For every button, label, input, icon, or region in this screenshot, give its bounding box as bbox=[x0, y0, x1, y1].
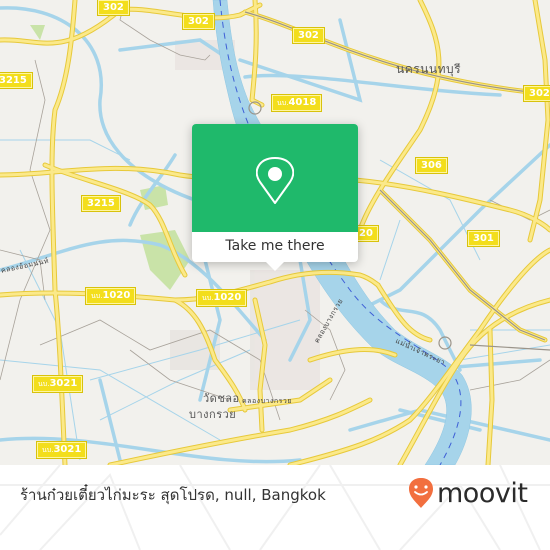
route-shield: นบ.4018 bbox=[270, 94, 323, 112]
moovit-wordmark: moovit bbox=[437, 477, 528, 509]
popup-header[interactable] bbox=[192, 124, 358, 232]
place-name: ร้านก๋วยเตี๋ยวไก่มะระ สุดโปรด, null, Ban… bbox=[20, 486, 326, 504]
route-shield: 302 bbox=[523, 85, 550, 102]
route-shield: นบ.1020 bbox=[84, 287, 137, 305]
map-pin-icon bbox=[256, 157, 294, 204]
location-popup[interactable]: Take me there bbox=[192, 124, 358, 271]
footer: ร้านก๋วยเตี๋ยวไก่มะระ สุดโปรด, null, Ban… bbox=[0, 465, 550, 550]
map-view[interactable]: 302 302 302 302 3215 3215 นบ.4018 306 30… bbox=[0, 0, 550, 465]
take-me-there-button[interactable]: Take me there bbox=[192, 232, 358, 262]
route-shield: 3215 bbox=[0, 72, 33, 89]
moovit-logo[interactable]: moovit bbox=[408, 473, 528, 513]
route-shield: นบ.3021 bbox=[31, 375, 84, 393]
popup-pointer bbox=[265, 261, 285, 271]
route-shield: 302 bbox=[292, 27, 325, 44]
route-shield: 302 bbox=[97, 0, 130, 16]
place-label-nonthaburi: นครนนทบุรี bbox=[396, 62, 462, 76]
route-shield: 3215 bbox=[81, 195, 121, 212]
route-shield: 302 bbox=[182, 13, 215, 30]
place-label-bang-kruai: บางกรวย bbox=[189, 408, 237, 421]
route-shield: 306 bbox=[415, 157, 448, 174]
route-shield: นบ.3021 bbox=[35, 441, 88, 459]
canal-label: คลองบางกรวย bbox=[242, 397, 292, 405]
route-shield: นบ.1020 bbox=[195, 289, 248, 307]
moovit-pin-icon bbox=[409, 478, 433, 508]
route-shield: 301 bbox=[467, 230, 500, 247]
